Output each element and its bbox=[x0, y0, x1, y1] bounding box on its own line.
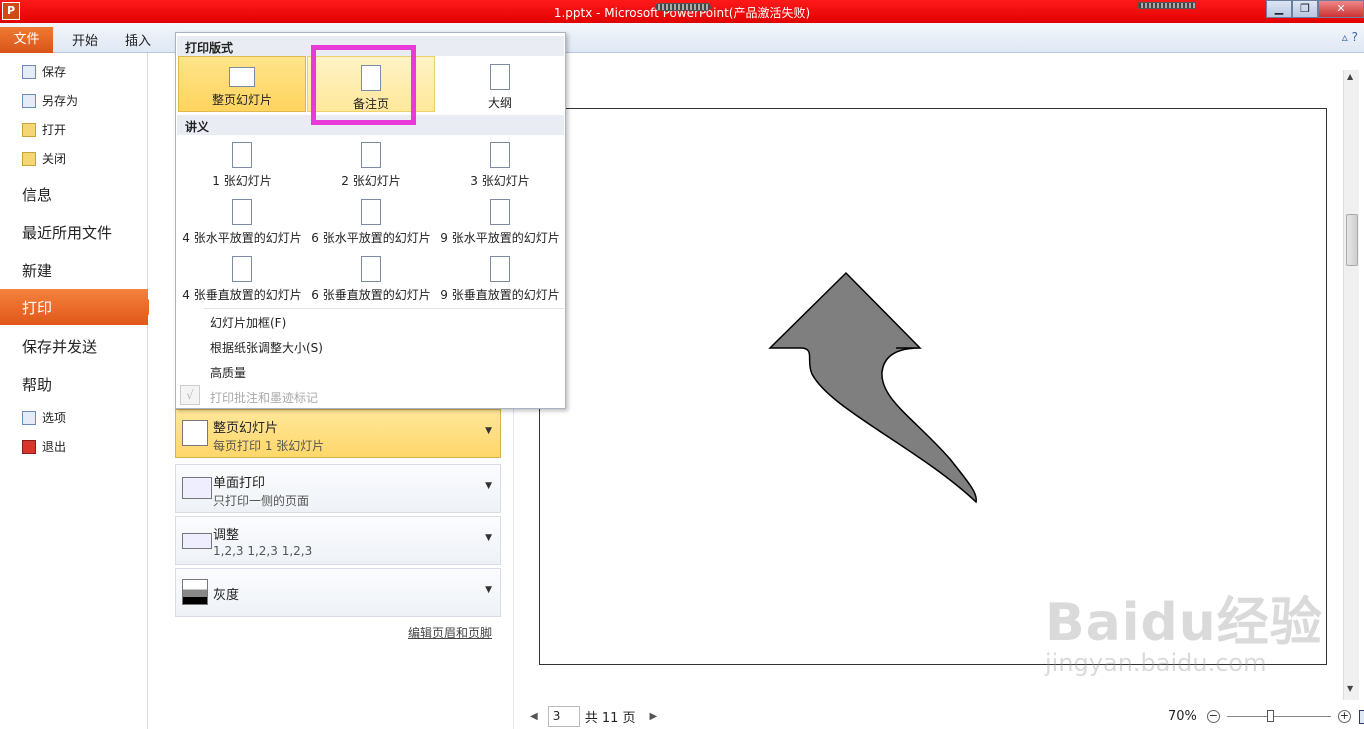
minimize-button[interactable]: ▁ bbox=[1266, 0, 1292, 18]
handout-9-horizontal[interactable]: 9 张水平放置的幻灯片 bbox=[436, 193, 564, 249]
handout-2[interactable]: 2 张幻灯片 bbox=[307, 136, 435, 192]
layout-dropdown[interactable]: 整页幻灯片 每页打印 1 张幻灯片 ▼ bbox=[175, 409, 501, 458]
edit-header-footer-link[interactable]: 编辑页眉和页脚 bbox=[408, 624, 492, 641]
zoom-level: 70% bbox=[1168, 709, 1197, 724]
outline-icon bbox=[490, 64, 510, 90]
chevron-down-icon: ▼ bbox=[485, 426, 492, 436]
tab-insert[interactable]: 插入 bbox=[125, 30, 151, 49]
prev-page-icon[interactable]: ◀ bbox=[530, 711, 538, 722]
folder-open-icon bbox=[22, 122, 36, 137]
zoom-slider[interactable] bbox=[1226, 710, 1331, 722]
handout-4-horizontal[interactable]: 4 张水平放置的幻灯片 bbox=[178, 193, 306, 249]
collate-icon bbox=[182, 533, 212, 549]
chevron-down-icon: ▼ bbox=[485, 481, 492, 491]
baidu-watermark: Baidu经验 jingyan.baidu.com bbox=[1045, 593, 1323, 677]
handout-9h-icon bbox=[490, 199, 510, 225]
tab-home[interactable]: 开始 bbox=[72, 30, 98, 49]
options-icon bbox=[22, 410, 36, 425]
single-side-icon bbox=[182, 477, 212, 499]
chevron-down-icon: ▼ bbox=[485, 585, 492, 595]
progress-indicator bbox=[655, 3, 711, 11]
nav-close[interactable]: 关闭 bbox=[0, 150, 148, 167]
nav-info[interactable]: 信息 bbox=[0, 184, 148, 205]
nav-recent[interactable]: 最近所用文件 bbox=[0, 222, 148, 243]
save-icon bbox=[22, 64, 36, 79]
option-scale-to-fit[interactable]: 根据纸张调整大小(S) bbox=[210, 339, 323, 356]
collate-dropdown[interactable]: 调整 1,2,3 1,2,3 1,2,3 ▼ bbox=[175, 516, 501, 565]
nav-options[interactable]: 选项 bbox=[0, 409, 148, 426]
handout-1[interactable]: 1 张幻灯片 bbox=[178, 136, 306, 192]
handout-6v-icon bbox=[361, 256, 381, 282]
handout-3-icon bbox=[490, 142, 510, 168]
zoom-control: 70% − + bbox=[1168, 709, 1364, 724]
handout-4h-icon bbox=[232, 199, 252, 225]
zoom-slider-knob[interactable] bbox=[1266, 710, 1274, 722]
option-frame-slides[interactable]: 幻灯片加框(F) bbox=[210, 314, 286, 331]
close-button[interactable]: ✕ bbox=[1318, 0, 1364, 18]
handout-4-vertical[interactable]: 4 张垂直放置的幻灯片 bbox=[178, 250, 306, 306]
exit-icon bbox=[22, 439, 36, 454]
color-dropdown[interactable]: 灰度 ▼ bbox=[175, 568, 501, 617]
handout-3[interactable]: 3 张幻灯片 bbox=[436, 136, 564, 192]
scrollbar-thumb[interactable] bbox=[1346, 214, 1358, 266]
full-slide-icon bbox=[182, 420, 208, 446]
highlight-box bbox=[311, 45, 416, 125]
nav-open[interactable]: 打开 bbox=[0, 121, 148, 138]
option-high-quality[interactable]: 高质量 bbox=[210, 364, 246, 381]
handout-4v-icon bbox=[232, 256, 252, 282]
zoom-in-icon[interactable]: + bbox=[1337, 710, 1351, 723]
menu-divider bbox=[204, 308, 564, 309]
layout-full-slide[interactable]: 整页幻灯片 bbox=[178, 56, 306, 112]
page-total: 共 11 页 bbox=[584, 711, 636, 726]
nav-exit[interactable]: 退出 bbox=[0, 438, 148, 455]
save-as-icon bbox=[22, 93, 36, 108]
handout-9v-icon bbox=[490, 256, 510, 282]
preview-scrollbar[interactable]: ▲ ▼ bbox=[1343, 70, 1359, 700]
zoom-out-icon[interactable]: − bbox=[1206, 710, 1220, 723]
restore-button[interactable]: ❐ bbox=[1292, 0, 1318, 18]
folder-close-icon bbox=[22, 151, 36, 166]
sides-dropdown[interactable]: 单面打印 只打印一侧的页面 ▼ bbox=[175, 464, 501, 513]
handout-1-icon bbox=[232, 142, 252, 168]
nav-help[interactable]: 帮助 bbox=[0, 374, 148, 395]
nav-save[interactable]: 保存 bbox=[0, 63, 148, 80]
next-page-icon[interactable]: ▶ bbox=[650, 711, 658, 722]
chevron-down-icon: ▼ bbox=[485, 533, 492, 543]
nav-save-send[interactable]: 保存并发送 bbox=[0, 336, 148, 357]
option-print-comments: 打印批注和墨迹标记 bbox=[210, 391, 319, 405]
handout-9-vertical[interactable]: 9 张垂直放置的幻灯片 bbox=[436, 250, 564, 306]
nav-save-as[interactable]: 另存为 bbox=[0, 92, 148, 109]
tab-file[interactable]: 文件 bbox=[0, 27, 53, 53]
scroll-up-icon[interactable]: ▲ bbox=[1347, 72, 1353, 81]
page-navigator: ◀ 3 共 11 页 ▶ bbox=[530, 706, 657, 727]
progress-indicator-secondary bbox=[1138, 2, 1196, 9]
page-number-input[interactable]: 3 bbox=[547, 706, 580, 727]
scroll-down-icon[interactable]: ▼ bbox=[1347, 684, 1353, 693]
backstage-nav: 保存 另存为 打开 关闭 信息 最近所用文件 新建 打印 保存并发送 帮助 选项… bbox=[0, 53, 156, 729]
nav-new[interactable]: 新建 bbox=[0, 260, 148, 281]
handout-2-icon bbox=[361, 142, 381, 168]
handout-6-horizontal[interactable]: 6 张水平放置的幻灯片 bbox=[307, 193, 435, 249]
handout-6-vertical[interactable]: 6 张垂直放置的幻灯片 bbox=[307, 250, 435, 306]
grayscale-icon bbox=[182, 579, 208, 605]
nav-print[interactable]: 打印 bbox=[0, 289, 156, 325]
check-icon: √ bbox=[180, 385, 200, 405]
handout-6h-icon bbox=[361, 199, 381, 225]
layout-outline[interactable]: 大纲 bbox=[436, 56, 564, 112]
full-slide-icon bbox=[229, 67, 255, 87]
zoom-to-page-icon[interactable] bbox=[1358, 709, 1364, 724]
title-bar: P 1.pptx - Microsoft PowerPoint(产品激活失败) … bbox=[0, 0, 1364, 23]
help-icon[interactable]: ▵ ? bbox=[1342, 30, 1358, 44]
